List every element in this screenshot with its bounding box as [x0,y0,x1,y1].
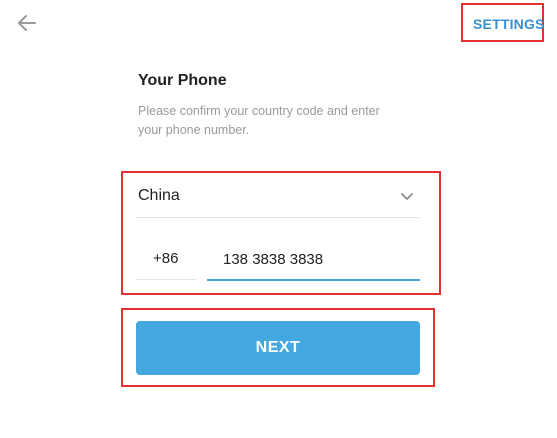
country-code-value: +86 [153,250,179,267]
country-code-field[interactable]: +86 [136,240,196,280]
page-title: Your Phone [138,72,227,89]
chevron-down-icon [401,193,413,200]
country-select[interactable]: China [136,178,420,218]
phone-login-page: SETTINGS Your Phone Please confirm your … [0,0,557,438]
phone-number-input[interactable] [207,240,420,281]
arrow-left-icon [18,15,36,31]
back-button[interactable] [14,10,40,36]
page-description: Please confirm your country code and ent… [138,104,380,137]
country-name: China [138,187,180,204]
settings-link[interactable]: SETTINGS [473,16,545,32]
next-button[interactable]: NEXT [136,321,420,375]
